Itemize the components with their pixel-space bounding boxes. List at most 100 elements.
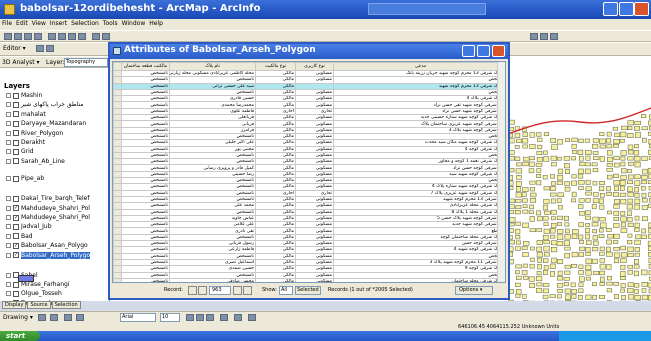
toc-tab[interactable]: Display bbox=[2, 301, 27, 309]
parcel-polygon[interactable] bbox=[592, 143, 599, 149]
parcel-polygon[interactable] bbox=[551, 216, 556, 221]
redo-icon[interactable] bbox=[102, 33, 110, 40]
attr-close-button[interactable] bbox=[492, 45, 505, 57]
parcel-polygon[interactable] bbox=[591, 162, 598, 167]
parcel-polygon[interactable] bbox=[563, 276, 570, 281]
parcel-polygon[interactable] bbox=[557, 192, 564, 198]
parcel-polygon[interactable] bbox=[613, 138, 620, 144]
parcel-polygon[interactable] bbox=[578, 270, 584, 275]
parcel-polygon[interactable] bbox=[600, 222, 607, 229]
parcel-polygon[interactable] bbox=[557, 259, 564, 264]
parcel-polygon[interactable] bbox=[543, 269, 548, 276]
parcel-polygon[interactable] bbox=[598, 234, 605, 238]
parcel-polygon[interactable] bbox=[613, 282, 620, 286]
layer-visibility-checkbox[interactable] bbox=[13, 92, 19, 99]
parcel-polygon[interactable] bbox=[571, 137, 578, 142]
layer-visibility-checkbox[interactable]: ✓ bbox=[13, 214, 19, 221]
menu-item[interactable]: Edit bbox=[14, 19, 30, 28]
parcel-polygon[interactable] bbox=[633, 150, 640, 156]
parcel-polygon[interactable] bbox=[599, 181, 605, 185]
parcel-polygon[interactable] bbox=[551, 257, 557, 264]
layer-visibility-checkbox[interactable]: ✓ bbox=[13, 252, 19, 259]
parcel-polygon[interactable] bbox=[577, 234, 584, 240]
toc-layer-item[interactable]: Bad bbox=[6, 233, 33, 242]
vertical-scrollbar[interactable] bbox=[497, 62, 505, 282]
parcel-polygon[interactable] bbox=[542, 235, 549, 241]
bold-icon[interactable] bbox=[186, 314, 194, 321]
layer-symbol-swatch[interactable] bbox=[18, 275, 34, 282]
parcel-polygon[interactable] bbox=[641, 185, 646, 191]
parcel-polygon[interactable] bbox=[515, 210, 521, 215]
parcel-polygon[interactable] bbox=[522, 204, 528, 208]
parcel-polygon[interactable] bbox=[620, 258, 627, 263]
font-size-dropdown[interactable]: 10 bbox=[160, 313, 180, 322]
parcel-polygon[interactable] bbox=[516, 175, 522, 180]
parcel-polygon[interactable] bbox=[565, 300, 572, 301]
parcel-polygon[interactable] bbox=[543, 258, 549, 263]
parcel-polygon[interactable] bbox=[605, 228, 612, 232]
parcel-polygon[interactable] bbox=[592, 258, 598, 264]
parcel-polygon[interactable] bbox=[564, 270, 571, 275]
parcel-polygon[interactable] bbox=[529, 161, 535, 167]
parcel-polygon[interactable] bbox=[599, 246, 605, 251]
parcel-polygon[interactable] bbox=[634, 222, 640, 228]
parcel-polygon[interactable] bbox=[550, 155, 558, 161]
parcel-polygon[interactable] bbox=[627, 264, 633, 269]
toc-layer-item[interactable]: Mashin bbox=[6, 92, 42, 101]
parcel-polygon[interactable] bbox=[599, 193, 605, 198]
parcel-polygon[interactable] bbox=[536, 132, 542, 137]
parcel-polygon[interactable] bbox=[613, 223, 620, 228]
parcel-polygon[interactable] bbox=[515, 221, 521, 226]
parcel-polygon[interactable] bbox=[516, 289, 522, 295]
parcel-polygon[interactable] bbox=[578, 211, 586, 216]
parcel-polygon[interactable] bbox=[529, 144, 536, 149]
parcel-polygon[interactable] bbox=[627, 133, 634, 138]
parcel-polygon[interactable] bbox=[592, 198, 600, 203]
parcel-polygon[interactable] bbox=[614, 293, 619, 300]
parcel-polygon[interactable] bbox=[598, 198, 604, 204]
parcel-polygon[interactable] bbox=[599, 258, 605, 263]
parcel-polygon[interactable] bbox=[606, 300, 612, 301]
parcel-polygon[interactable] bbox=[606, 288, 613, 293]
show-all-button[interactable]: All bbox=[279, 286, 293, 295]
fill-color-icon[interactable] bbox=[234, 314, 242, 321]
minimize-button[interactable] bbox=[603, 2, 618, 16]
parcel-polygon[interactable] bbox=[537, 264, 542, 270]
parcel-polygon[interactable] bbox=[585, 270, 592, 276]
expand-icon[interactable] bbox=[6, 121, 11, 127]
parcel-polygon[interactable] bbox=[572, 229, 579, 235]
parcel-polygon[interactable] bbox=[556, 241, 564, 247]
parcel-polygon[interactable] bbox=[606, 174, 613, 180]
expand-icon[interactable] bbox=[6, 196, 11, 202]
parcel-polygon[interactable] bbox=[564, 169, 570, 175]
parcel-polygon[interactable] bbox=[564, 252, 570, 259]
toc-layer-item[interactable]: ✓ Babolsar_Asan_Polygo bbox=[6, 242, 88, 251]
parcel-polygon[interactable] bbox=[536, 210, 541, 216]
expand-icon[interactable] bbox=[6, 111, 11, 117]
parcel-polygon[interactable] bbox=[627, 210, 632, 216]
parcel-polygon[interactable] bbox=[577, 173, 584, 179]
parcel-polygon[interactable] bbox=[620, 227, 628, 233]
parcel-polygon[interactable] bbox=[543, 150, 548, 155]
parcel-polygon[interactable] bbox=[592, 151, 599, 155]
parcel-polygon[interactable] bbox=[521, 138, 529, 144]
parcel-polygon[interactable] bbox=[556, 234, 564, 240]
parcel-polygon[interactable] bbox=[537, 144, 543, 150]
parcel-polygon[interactable] bbox=[634, 239, 641, 245]
undo-icon[interactable] bbox=[92, 33, 100, 40]
parcel-polygon[interactable] bbox=[536, 173, 541, 178]
parcel-polygon[interactable] bbox=[530, 192, 537, 198]
close-button[interactable] bbox=[634, 2, 649, 16]
parcel-polygon[interactable] bbox=[550, 138, 556, 143]
parcel-polygon[interactable] bbox=[558, 204, 563, 210]
parcel-polygon[interactable] bbox=[571, 251, 579, 258]
parcel-polygon[interactable] bbox=[571, 174, 577, 179]
parcel-polygon[interactable] bbox=[557, 283, 564, 288]
parcel-polygon[interactable] bbox=[633, 156, 641, 162]
open-icon[interactable] bbox=[14, 33, 22, 40]
parcel-polygon[interactable] bbox=[627, 253, 634, 257]
parcel-polygon[interactable] bbox=[620, 245, 626, 251]
parcel-polygon[interactable] bbox=[633, 283, 640, 288]
parcel-polygon[interactable] bbox=[543, 198, 550, 205]
parcel-polygon[interactable] bbox=[564, 264, 572, 269]
